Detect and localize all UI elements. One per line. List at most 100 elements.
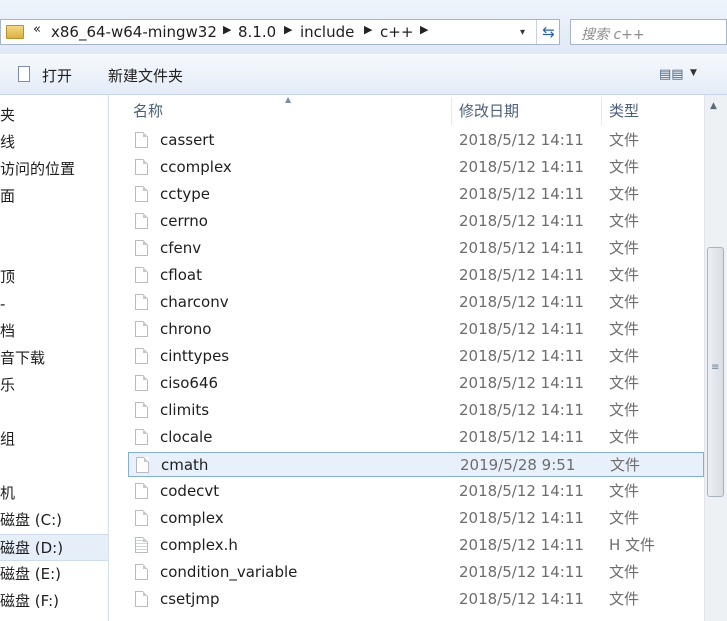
search-input[interactable]: 搜索 c++ [570,19,727,45]
file-type: 文件 [609,482,640,500]
command-toolbar: 打开 新建文件夹 ▤▤ ▼ [0,54,727,95]
file-name: clocale [160,428,213,446]
breadcrumb-item-mingw32[interactable]: x86_64-w64-mingw32 [51,23,217,41]
file-date: 2018/5/12 14:11 [459,536,584,554]
file-icon [135,159,148,175]
chevron-right-icon[interactable]: ▶ [420,23,428,36]
file-row[interactable]: csetjmp 2018/5/12 14:11 文件 [128,587,704,612]
file-row[interactable]: codecvt 2018/5/12 14:11 文件 [128,479,704,504]
file-icon [135,294,148,310]
nav-item[interactable] [0,237,108,264]
file-type: 文件 [609,347,640,365]
nav-item[interactable] [0,453,108,480]
address-bar-area: « x86_64-w64-mingw32 ▶ 8.1.0 ▶ include ▶… [0,0,727,54]
file-type: 文件 [609,266,640,284]
file-icon [135,321,148,337]
chevron-right-icon[interactable]: ▶ [284,23,292,36]
nav-item[interactable]: 乐 [0,372,108,399]
chevron-down-icon[interactable]: ▼ [690,68,697,78]
file-row[interactable]: charconv 2018/5/12 14:11 文件 [128,290,704,315]
file-date: 2018/5/12 14:11 [459,401,584,419]
sort-ascending-icon: ▲ [285,95,292,104]
open-file-icon [18,66,30,82]
nav-item[interactable]: 机 [0,480,108,507]
file-type: 文件 [609,293,640,311]
file-row[interactable]: condition_variable 2018/5/12 14:11 文件 [128,560,704,585]
file-row[interactable]: cfenv 2018/5/12 14:11 文件 [128,236,704,261]
file-row[interactable]: ccomplex 2018/5/12 14:11 文件 [128,155,704,180]
file-row[interactable]: climits 2018/5/12 14:11 文件 [128,398,704,423]
file-name: charconv [160,293,229,311]
nav-item[interactable] [0,399,108,426]
file-row[interactable]: complex.h 2018/5/12 14:11 H 文件 [128,533,704,558]
file-row[interactable]: cctype 2018/5/12 14:11 文件 [128,182,704,207]
nav-item[interactable]: 磁盘 (E:) [0,561,108,588]
view-options-icon[interactable]: ▤▤ [659,67,684,82]
breadcrumb-item-cpp[interactable]: c++ [380,23,413,41]
nav-item[interactable]: 夹 [0,102,108,129]
file-date: 2018/5/12 14:11 [459,590,584,608]
file-date: 2018/5/12 14:11 [459,185,584,203]
file-row[interactable]: ciso646 2018/5/12 14:11 文件 [128,371,704,396]
nav-item[interactable]: 磁盘 (F:) [0,588,108,615]
chevron-down-icon[interactable]: ▾ [520,27,525,38]
column-header-name[interactable]: 名称 [133,95,163,127]
nav-item[interactable]: - [0,291,108,318]
file-name: ciso646 [160,374,219,392]
file-row[interactable]: cfloat 2018/5/12 14:11 文件 [128,263,704,288]
file-date: 2018/5/12 14:11 [459,374,584,392]
chevron-right-icon[interactable]: ▶ [364,23,372,36]
file-name: cinttypes [160,347,230,365]
nav-item[interactable]: 音下载 [0,345,108,372]
file-icon [135,510,148,526]
file-date: 2018/5/12 14:11 [459,293,584,311]
file-row[interactable]: cassert 2018/5/12 14:11 文件 [128,128,704,153]
scrollbar-thumb[interactable]: ≡ [707,247,724,497]
navigation-pane: 夹线访问的位置面顶 - 档音下载乐组机磁盘 (C:) 磁盘 (D:) 磁盘 (E:) 磁盘… [0,95,109,621]
file-row[interactable]: complex 2018/5/12 14:11 文件 [128,506,704,531]
nav-item[interactable]: 面 [0,183,108,210]
breadcrumb-overflow[interactable]: « [33,22,41,37]
nav-item[interactable]: 线 [0,129,108,156]
column-divider[interactable] [601,97,602,125]
file-row[interactable]: clocale 2018/5/12 14:11 文件 [128,425,704,450]
file-name: complex [160,509,224,527]
refresh-icon[interactable]: ⇆ [536,20,560,44]
new-folder-button[interactable]: 新建文件夹 [108,65,183,86]
nav-item[interactable]: 磁盘 (D:) [0,534,108,561]
file-date: 2018/5/12 14:11 [459,563,584,581]
file-icon [135,591,148,607]
column-divider[interactable] [451,97,452,125]
breadcrumb-item-include[interactable]: include [300,23,354,41]
vertical-scrollbar[interactable]: ▲ ≡ [704,95,727,621]
file-name: csetjmp [160,590,220,608]
file-type: H 文件 [609,536,656,554]
file-name: cctype [160,185,211,203]
nav-item[interactable]: 组 [0,426,108,453]
file-type: 文件 [609,509,640,527]
scroll-up-icon[interactable]: ▲ [710,101,717,111]
file-icon [136,457,149,473]
file-icon [135,213,148,229]
open-button[interactable]: 打开 [42,65,72,86]
file-row[interactable]: cmath 2019/5/28 9:51 文件 [128,452,704,477]
breadcrumb[interactable]: « x86_64-w64-mingw32 ▶ 8.1.0 ▶ include ▶… [0,19,560,45]
file-icon [135,132,148,148]
file-row[interactable]: chrono 2018/5/12 14:11 文件 [128,317,704,342]
breadcrumb-item-version[interactable]: 8.1.0 [238,23,276,41]
file-row[interactable]: cerrno 2018/5/12 14:11 文件 [128,209,704,234]
file-name: ccomplex [160,158,232,176]
file-row[interactable]: cinttypes 2018/5/12 14:11 文件 [128,344,704,369]
file-icon [135,240,148,256]
nav-item[interactable]: 磁盘 (C:) [0,507,108,534]
column-header-type[interactable]: 类型 [609,95,639,127]
file-date: 2018/5/12 14:11 [459,347,584,365]
nav-item[interactable]: 访问的位置 [0,156,108,183]
chevron-right-icon[interactable]: ▶ [223,23,231,36]
nav-item[interactable] [0,210,108,237]
column-header-date[interactable]: 修改日期 [459,95,519,127]
file-type: 文件 [609,428,640,446]
nav-item[interactable]: 档 [0,318,108,345]
nav-item[interactable]: 顶 [0,264,108,291]
file-name: climits [160,401,210,419]
